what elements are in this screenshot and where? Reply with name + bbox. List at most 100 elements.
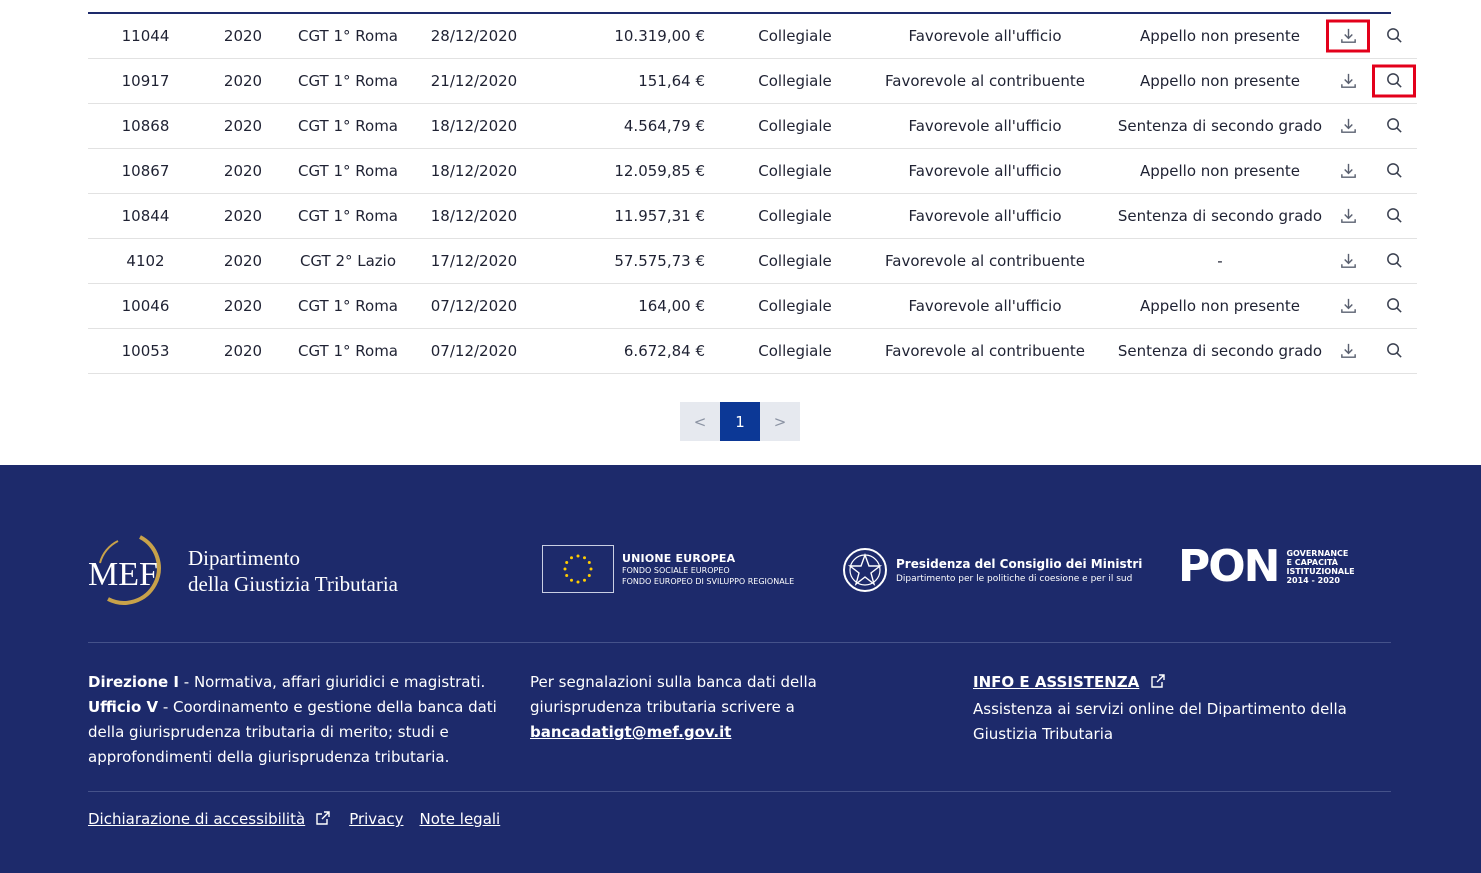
footer-divider-bottom — [88, 791, 1391, 792]
cell-composizione: Collegiale — [735, 103, 855, 149]
search-icon[interactable] — [1381, 248, 1407, 274]
cell-composizione: Collegiale — [735, 328, 855, 374]
download-icon[interactable] — [1335, 248, 1361, 274]
cell-composizione: Collegiale — [735, 193, 855, 239]
cell-data: 18/12/2020 — [413, 148, 535, 194]
table-row: 10917 2020 CGT 1° Roma 21/12/2020 151,64 € Co… — [88, 58, 1417, 104]
cell-data: 07/12/2020 — [413, 283, 535, 329]
cell-action-view — [1371, 103, 1417, 149]
pon-line1: GOVERNANCE — [1286, 549, 1349, 558]
mef-line1: Dipartimento — [188, 546, 300, 570]
mef-logo[interactable]: MEF Dipartimento della Giustizia Tributa… — [88, 533, 398, 609]
results-table-wrapper: 11044 2020 CGT 1° Roma 28/12/2020 10.319,00 … — [88, 12, 1417, 374]
cell-commissione: CGT 2° Lazio — [283, 238, 413, 284]
table-row: 11044 2020 CGT 1° Roma 28/12/2020 10.319,00 … — [88, 14, 1417, 59]
results-table: 11044 2020 CGT 1° Roma 28/12/2020 10.319,00 … — [88, 14, 1417, 374]
download-icon[interactable] — [1335, 338, 1361, 364]
cell-data: 28/12/2020 — [413, 14, 535, 59]
search-icon[interactable] — [1381, 203, 1407, 229]
pon-line4: 2014 - 2020 — [1286, 576, 1340, 585]
cell-commissione: CGT 1° Roma — [283, 58, 413, 104]
search-icon[interactable] — [1381, 113, 1407, 139]
cell-action-download — [1325, 103, 1371, 149]
cell-anno: 2020 — [203, 148, 283, 194]
search-icon[interactable] — [1381, 293, 1407, 319]
cell-action-download — [1325, 148, 1371, 194]
search-icon[interactable] — [1381, 338, 1407, 364]
external-link-icon — [315, 810, 331, 830]
search-icon[interactable] — [1381, 158, 1407, 184]
accessibility-link[interactable]: Dichiarazione di accessibilità — [88, 810, 305, 830]
search-icon[interactable] — [1381, 23, 1407, 49]
cell-esito: Favorevole al contribuente — [855, 58, 1115, 104]
cell-anno: 2020 — [203, 103, 283, 149]
cell-numero: 10046 — [88, 283, 203, 329]
cell-action-view — [1371, 328, 1417, 374]
pon-line3: ISTITUZIONALE — [1286, 567, 1355, 576]
info-assistance-text: Assistenza ai servizi online del Diparti… — [973, 700, 1347, 743]
info-assistance-link[interactable]: INFO E ASSISTENZA — [973, 673, 1139, 691]
pagination-prev-button[interactable]: < — [680, 402, 720, 441]
cell-appello: Appello non presente — [1115, 283, 1325, 329]
cell-valore: 11.957,31 € — [535, 193, 735, 239]
search-icon[interactable] — [1381, 68, 1407, 94]
pagination-page-1[interactable]: 1 — [720, 402, 760, 441]
cell-appello: Appello non presente — [1115, 148, 1325, 194]
privacy-link[interactable]: Privacy — [349, 810, 403, 830]
contact-email-link[interactable]: bancadatigt@mef.gov.it — [530, 723, 731, 741]
cell-appello: Appello non presente — [1115, 14, 1325, 59]
cell-composizione: Collegiale — [735, 58, 855, 104]
mef-logo-text: Dipartimento della Giustizia Tributaria — [188, 545, 398, 597]
cell-composizione: Collegiale — [735, 283, 855, 329]
cell-action-download — [1325, 58, 1371, 104]
cell-valore: 10.319,00 € — [535, 14, 735, 59]
cell-numero: 10844 — [88, 193, 203, 239]
table-row: 4102 2020 CGT 2° Lazio 17/12/2020 57.575,73 … — [88, 238, 1417, 284]
cell-action-view — [1371, 14, 1417, 59]
pcm-title: Presidenza del Consiglio dei Ministri — [896, 556, 1143, 571]
table-row: 10867 2020 CGT 1° Roma 18/12/2020 12.059,85 … — [88, 148, 1417, 194]
table-row: 10844 2020 CGT 1° Roma 18/12/2020 11.957,31 … — [88, 193, 1417, 239]
download-icon[interactable] — [1335, 158, 1361, 184]
cell-data: 18/12/2020 — [413, 193, 535, 239]
direction-label: Direzione I — [88, 673, 179, 691]
cell-commissione: CGT 1° Roma — [283, 283, 413, 329]
footer-column-info: INFO E ASSISTENZA Assistenza ai servizi … — [973, 670, 1393, 747]
download-icon[interactable] — [1335, 113, 1361, 139]
cell-action-view — [1371, 283, 1417, 329]
pagination: < 1 > — [680, 402, 800, 441]
eu-flag-icon — [542, 545, 614, 593]
cell-action-view — [1371, 238, 1417, 284]
footer-column-office: Direzione I - Normativa, affari giuridic… — [88, 670, 508, 770]
mef-emblem-icon: MEF — [88, 535, 161, 605]
pagination-next-button[interactable]: > — [760, 402, 800, 441]
cell-numero: 4102 — [88, 238, 203, 284]
cell-anno: 2020 — [203, 283, 283, 329]
eu-title: UNIONE EUROPEA — [622, 551, 736, 565]
direction-text: - Normativa, affari giuridici e magistra… — [179, 673, 486, 691]
cell-action-download — [1325, 14, 1371, 59]
download-icon[interactable] — [1335, 293, 1361, 319]
cell-commissione: CGT 1° Roma — [283, 148, 413, 194]
cell-numero: 10917 — [88, 58, 203, 104]
cell-anno: 2020 — [203, 238, 283, 284]
cell-commissione: CGT 1° Roma — [283, 328, 413, 374]
cell-numero: 10867 — [88, 148, 203, 194]
office-label: Ufficio V — [88, 698, 159, 716]
footer-divider-top — [88, 642, 1391, 643]
download-icon[interactable] — [1335, 23, 1361, 49]
cell-appello: Sentenza di secondo grado — [1115, 103, 1325, 149]
cell-data: 17/12/2020 — [413, 238, 535, 284]
legal-notes-link[interactable]: Note legali — [420, 810, 501, 830]
cell-esito: Favorevole al contribuente — [855, 328, 1115, 374]
table-row: 10053 2020 CGT 1° Roma 07/12/2020 6.672,84 €… — [88, 328, 1417, 374]
cell-numero: 10868 — [88, 103, 203, 149]
download-icon[interactable] — [1335, 68, 1361, 94]
download-icon[interactable] — [1335, 203, 1361, 229]
cell-action-download — [1325, 193, 1371, 239]
cell-valore: 57.575,73 € — [535, 238, 735, 284]
pon-subtitle: GOVERNANCE E CAPACITÀ ISTITUZIONALE 2014… — [1286, 549, 1376, 585]
cell-anno: 2020 — [203, 193, 283, 239]
cell-action-view — [1371, 58, 1417, 104]
cell-esito: Favorevole all'ufficio — [855, 193, 1115, 239]
